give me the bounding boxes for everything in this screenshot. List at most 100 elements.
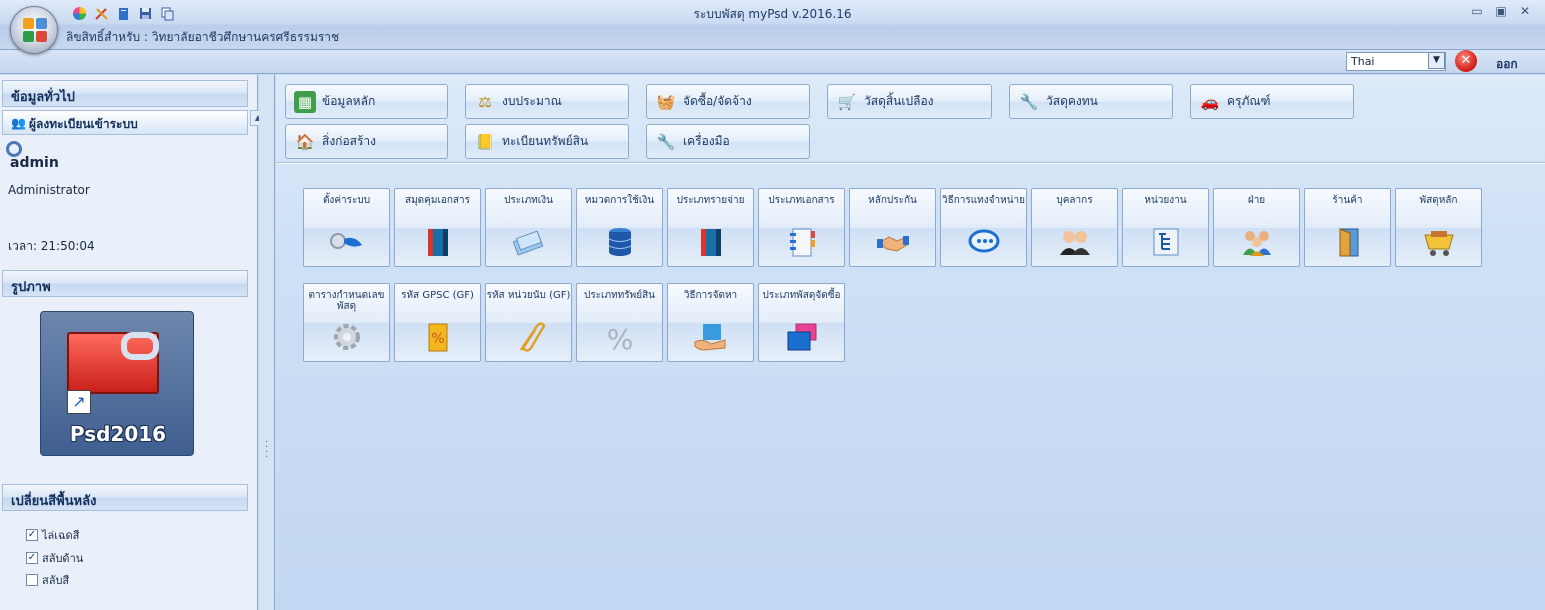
- logged-in-label: ผู้ลงทะเบียนเข้าระบบ: [29, 117, 138, 131]
- shortcut-arrow-icon: ↗: [67, 390, 91, 414]
- general-info-header[interactable]: ข้อมูลทั่วไป: [2, 80, 248, 107]
- logged-in-header[interactable]: 👥 ผู้ลงทะเบียนเข้าระบบ: [2, 110, 248, 135]
- scale-icon: ⚖: [478, 92, 492, 111]
- tile-label: ประเภทเงิน: [504, 195, 553, 206]
- category-equipment[interactable]: 🚗 ครุภัณฑ์: [1190, 84, 1354, 119]
- option-gradient[interactable]: ✓ ไล่เฉดสี: [26, 526, 79, 544]
- svg-text:%: %: [431, 331, 444, 347]
- category-master-data[interactable]: ▦ ข้อมูลหลัก: [285, 84, 448, 119]
- building-icon: 🏠: [295, 132, 315, 151]
- category-label: ข้อมูลหลัก: [322, 94, 376, 108]
- tile-label: วิธีการแทงจำหน่าย: [941, 195, 1026, 206]
- tile-department[interactable]: หน่วยงาน: [1122, 188, 1209, 267]
- exit-icon[interactable]: ✕: [1455, 50, 1477, 72]
- svg-text:%: %: [607, 323, 634, 352]
- windows-icon: [784, 322, 820, 352]
- spreadsheet-icon: ▦: [294, 90, 316, 113]
- tile-label: ประเภทรายจ่าย: [676, 195, 745, 206]
- tile-system-settings[interactable]: ตั้งค่าระบบ: [303, 188, 390, 267]
- background-color-header[interactable]: เปลี่ยนสีพื้นหลัง: [2, 484, 248, 511]
- gear-icon: [329, 322, 365, 352]
- option-swap-color[interactable]: สลับสี: [26, 571, 69, 589]
- tile-expense-type[interactable]: ประเภทรายจ่าย: [667, 188, 754, 267]
- tile-label: หน่วยงาน: [1144, 195, 1187, 206]
- ribbon-bar: [0, 50, 1545, 74]
- panel-splitter[interactable]: · · · ·: [259, 75, 275, 610]
- notebook-icon: [784, 227, 820, 257]
- gradient-label: ไล่เฉดสี: [42, 529, 80, 542]
- tile-document-register[interactable]: สมุดคุมเอกสาร: [394, 188, 481, 267]
- book-icon: [420, 227, 456, 257]
- category-consumables[interactable]: 🛒 วัสดุสิ้นเปลือง: [827, 84, 992, 119]
- restore-button[interactable]: ▣: [1491, 2, 1511, 20]
- tile-label: ตั้งค่าระบบ: [322, 195, 371, 206]
- category-label: จัดซื้อ/จัดจ้าง: [683, 94, 752, 108]
- tile-label: รหัส หน่วยนับ (GF): [486, 290, 571, 301]
- option-flip-side[interactable]: ✓ สลับด้าน: [26, 549, 83, 567]
- tile-procurement-method[interactable]: วิธีการจัดหา: [667, 283, 754, 362]
- tile-division[interactable]: ฝ่าย: [1213, 188, 1300, 267]
- toolbox-icon: 🔧: [1019, 92, 1039, 111]
- category-label: วัสดุคงทน: [1046, 94, 1098, 108]
- tile-label: ร้านค้า: [1332, 195, 1363, 206]
- category-durables[interactable]: 🔧 วัสดุคงทน: [1009, 84, 1173, 119]
- category-construction[interactable]: 🏠 สิ่งก่อสร้าง: [285, 124, 448, 159]
- category-label: งบประมาณ: [502, 94, 562, 108]
- key-icon: [329, 227, 365, 257]
- tile-spending-category[interactable]: หมวดการใช้เงิน: [576, 188, 663, 267]
- users-icon: 👥: [11, 116, 26, 130]
- wrench-image-icon: [121, 332, 159, 360]
- tile-gpsc-code[interactable]: รหัส GPSC (GF) %: [394, 283, 481, 362]
- window-controls: ▭ ▣ ✕: [1467, 2, 1535, 20]
- category-tools[interactable]: 🔧 เครื่องมือ: [646, 124, 810, 159]
- group-icon: [1239, 227, 1275, 257]
- gradient-checkbox[interactable]: ✓: [26, 529, 38, 541]
- license-text: ลิขสิทธิ์สำหรับ : วิทยาลัยอาชีวศึกษานครศ…: [66, 30, 340, 44]
- dropdown-arrow-icon[interactable]: ▼: [1428, 52, 1445, 69]
- tile-unit-code[interactable]: รหัส หน่วยนับ (GF): [485, 283, 572, 362]
- tile-document-type[interactable]: ประเภทเอกสาร: [758, 188, 845, 267]
- basket-icon: 🧺: [656, 92, 676, 111]
- category-procurement[interactable]: 🧺 จัดซื้อ/จัดจ้าง: [646, 84, 810, 119]
- clock-time: เวลา: 21:50:04: [8, 239, 95, 253]
- picture-header[interactable]: รูปภาพ: [2, 270, 248, 297]
- car-icon: 🚗: [1200, 92, 1220, 111]
- wrench-icon: 🔧: [656, 132, 676, 151]
- app-menu-button[interactable]: [10, 6, 58, 54]
- tile-label: รหัส GPSC (GF): [401, 290, 474, 301]
- percent-bag-icon: %: [420, 322, 456, 352]
- tile-money-type[interactable]: ประเภทเงิน: [485, 188, 572, 267]
- tile-item-number-table[interactable]: ตารางกำหนดเลขพัสดุ: [303, 283, 390, 362]
- category-label: วัสดุสิ้นเปลือง: [864, 94, 934, 108]
- category-asset-registry[interactable]: 📒 ทะเบียนทรัพย์สิน: [465, 124, 629, 159]
- language-value: Thai: [1351, 55, 1375, 68]
- tile-main-supplies[interactable]: พัสดุหลัก: [1395, 188, 1482, 267]
- tile-disposal-method[interactable]: วิธีการแทงจำหน่าย: [940, 188, 1027, 267]
- tile-label: พัสดุหลัก: [1419, 195, 1458, 206]
- tile-label: ประเภทพัสดุจัดซื้อ: [762, 290, 841, 301]
- category-label: ครุภัณฑ์: [1227, 94, 1271, 108]
- tile-label: หลักประกัน: [868, 195, 917, 206]
- tile-purchase-type[interactable]: ประเภทพัสดุจัดซื้อ: [758, 283, 845, 362]
- tile-guarantee[interactable]: หลักประกัน: [849, 188, 936, 267]
- close-button[interactable]: ✕: [1515, 2, 1535, 20]
- tile-store[interactable]: ร้านค้า: [1304, 188, 1391, 267]
- tile-personnel[interactable]: บุคลากร: [1031, 188, 1118, 267]
- tile-asset-type[interactable]: ประเภททรัพย์สิน %: [576, 283, 663, 362]
- tile-label: บุคลากร: [1056, 195, 1093, 206]
- swap-color-checkbox[interactable]: [26, 574, 38, 586]
- picture-caption: Psd2016: [69, 422, 167, 446]
- minimize-button[interactable]: ▭: [1467, 2, 1487, 20]
- title-bar: ระบบพัสดุ myPsd v.2016.16 ▭ ▣ ✕ ลิขสิทธิ…: [0, 0, 1545, 50]
- flip-side-checkbox[interactable]: ✓: [26, 552, 38, 564]
- cart-icon: [1421, 227, 1457, 257]
- username: admin: [10, 155, 59, 171]
- chat-icon: [966, 227, 1002, 257]
- hand-icon: [693, 322, 729, 352]
- flip-side-label: สลับด้าน: [42, 552, 84, 565]
- category-budget[interactable]: ⚖ งบประมาณ: [465, 84, 629, 119]
- percent-icon: %: [602, 322, 638, 352]
- exit-button[interactable]: ออก: [1496, 55, 1518, 74]
- user-role: Administrator: [8, 183, 90, 197]
- category-label: ทะเบียนทรัพย์สิน: [502, 134, 589, 148]
